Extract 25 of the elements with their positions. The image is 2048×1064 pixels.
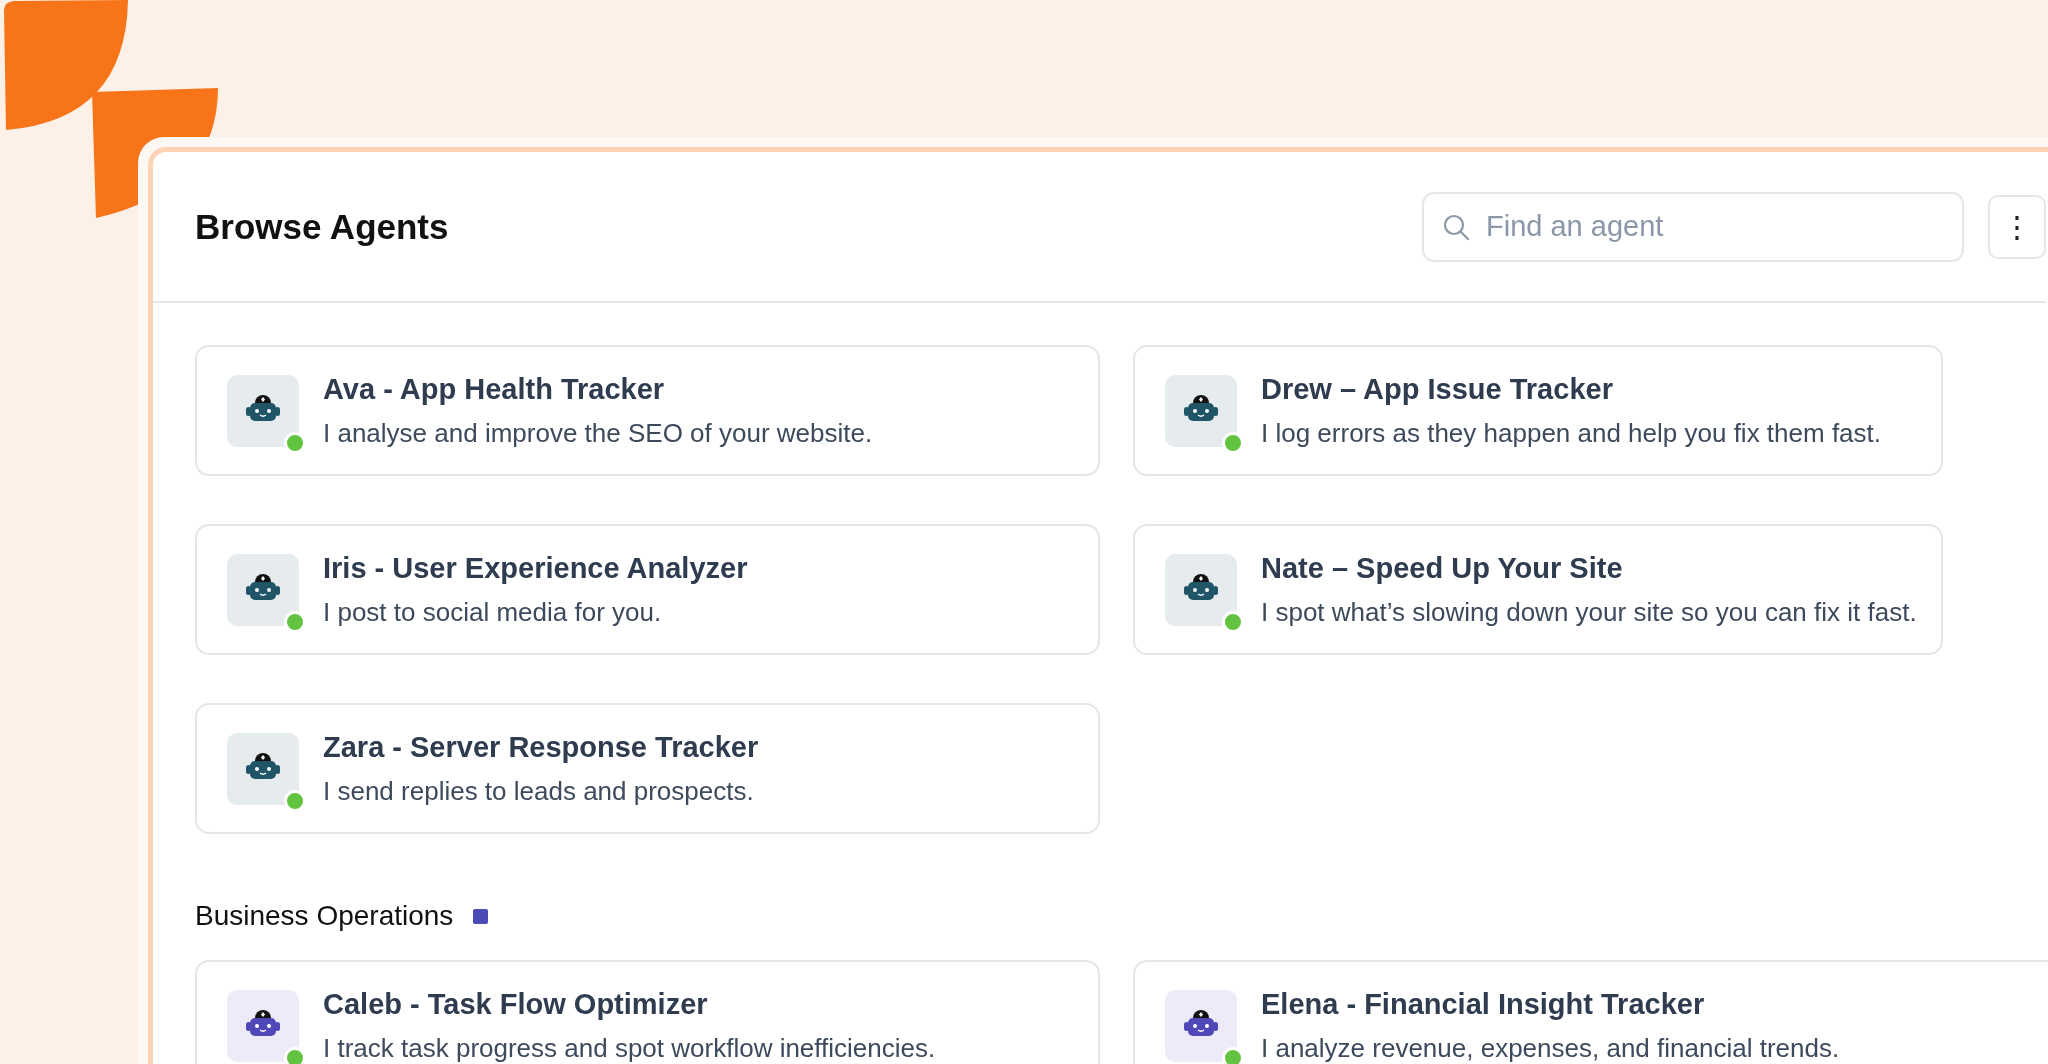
agent-description: I analyse and improve the SEO of your website. bbox=[323, 417, 873, 449]
agent-card[interactable]: Nate – Speed Up Your Site I spot what’s slowing down your site so you can fix it fast. bbox=[1133, 524, 1943, 655]
agent-description: I track task progress and spot workflow inefficiencies. bbox=[323, 1032, 936, 1064]
agent-card[interactable]: Elena - Financial Insight Tracker I analyze revenue, expenses, and financial trends. bbox=[1133, 960, 2048, 1064]
section-title: Business Operations bbox=[195, 900, 454, 932]
agent-name: Iris - User Experience Analyzer bbox=[323, 551, 748, 585]
agent-description: I spot what’s slowing down your site so you can fix it fast. bbox=[1261, 596, 1917, 628]
agent-card[interactable]: Drew – App Issue Tracker I log errors as they happen and help you fix them fast. bbox=[1133, 345, 1943, 476]
page-title: Browse Agents bbox=[195, 206, 449, 247]
agent-name: Ava - App Health Tracker bbox=[323, 372, 666, 406]
agent-card[interactable]: Zara - Server Response Tracker I send replies to leads and prospects. bbox=[195, 703, 1100, 834]
agent-name: Zara - Server Response Tracker bbox=[323, 730, 759, 764]
agent-name: Caleb - Task Flow Optimizer bbox=[323, 987, 709, 1021]
agent-description: I send replies to leads and prospects. bbox=[323, 775, 755, 807]
agent-card[interactable]: Ava - App Health Tracker I analyse and improve the SEO of your website. bbox=[195, 345, 1100, 476]
agent-name: Drew – App Issue Tracker bbox=[1261, 372, 1614, 406]
agent-card[interactable]: Iris - User Experience Analyzer I post to social media for you. bbox=[195, 524, 1100, 655]
more-menu-button[interactable]: ⋮ bbox=[1988, 194, 2046, 259]
agent-description: I post to social media for you. bbox=[323, 596, 663, 628]
agent-name: Nate – Speed Up Your Site bbox=[1261, 551, 1624, 585]
agent-description: I analyze revenue, expenses, and financial trends. bbox=[1261, 1032, 1840, 1064]
search-field[interactable]: Find an agent bbox=[1422, 191, 1964, 262]
agent-card[interactable]: Caleb - Task Flow Optimizer I track task progress and spot workflow inefficiencies. bbox=[195, 960, 1100, 1064]
agent-name: Elena - Financial Insight Tracker bbox=[1261, 987, 1706, 1021]
agent-description: I log errors as they happen and help you fix them fast. bbox=[1261, 417, 1882, 449]
